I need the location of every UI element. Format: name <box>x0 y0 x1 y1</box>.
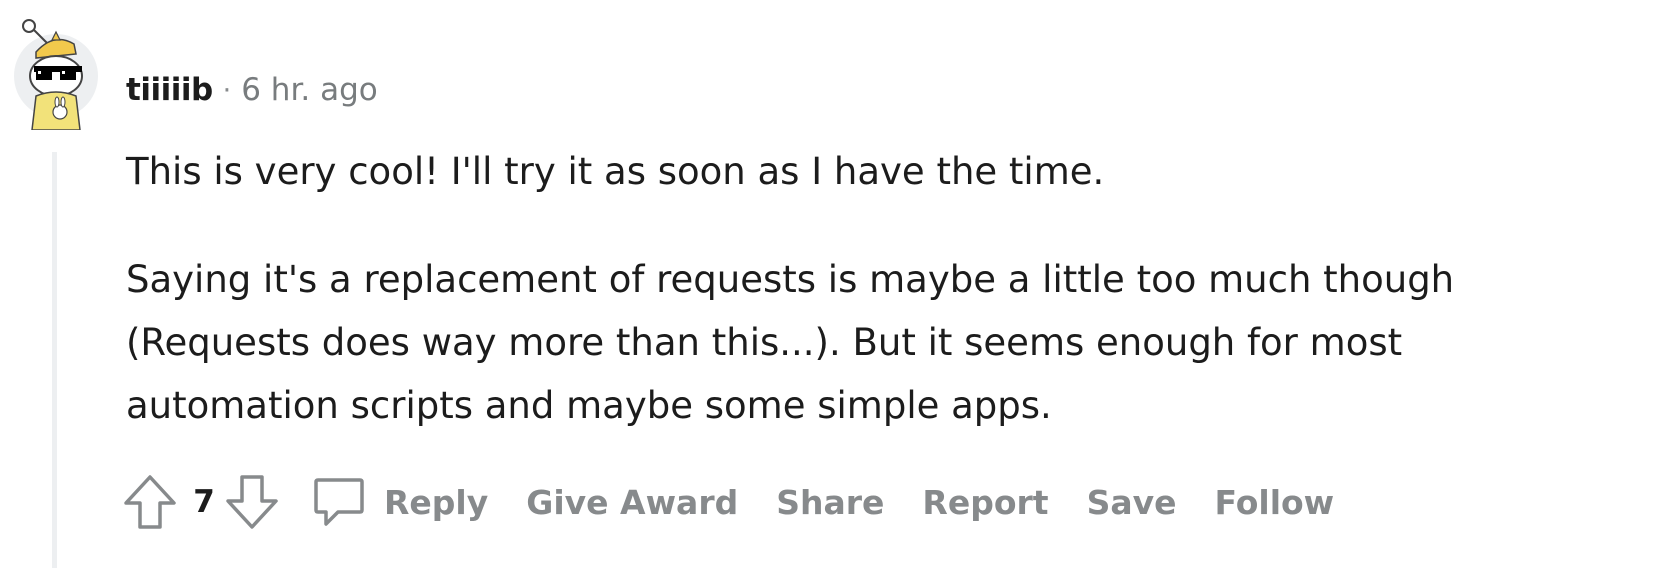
comment-meta: tiiiiib · 6 hr. ago <box>126 68 378 112</box>
comment-body: This is very cool! I'll try it as soon a… <box>126 140 1626 437</box>
thread-line[interactable] <box>52 152 57 568</box>
follow-button[interactable]: Follow <box>1215 483 1335 522</box>
speech-bubble-icon <box>314 478 364 526</box>
give-award-button[interactable]: Give Award <box>526 483 738 522</box>
avatar[interactable] <box>14 18 98 131</box>
downvote-icon[interactable] <box>222 472 282 532</box>
upvote-icon[interactable] <box>120 472 180 532</box>
snoo-avatar-icon <box>14 19 98 131</box>
vote-score: 7 <box>193 484 215 520</box>
report-button[interactable]: Report <box>922 483 1048 522</box>
comment-paragraph: This is very cool! I'll try it as soon a… <box>126 150 1105 193</box>
reply-button[interactable]: Reply <box>312 476 488 528</box>
share-button[interactable]: Share <box>776 483 884 522</box>
comment-timestamp[interactable]: 6 hr. ago <box>241 72 377 108</box>
meta-separator: · <box>222 74 232 106</box>
comment-paragraph: Saying it's a replacement of requests is… <box>126 258 1455 427</box>
comment-author[interactable]: tiiiiib <box>126 72 213 108</box>
reply-label: Reply <box>384 482 489 522</box>
comment-actions: 7 Reply Give Award Share Report Save Fol… <box>120 470 1372 534</box>
save-button[interactable]: Save <box>1087 483 1177 522</box>
